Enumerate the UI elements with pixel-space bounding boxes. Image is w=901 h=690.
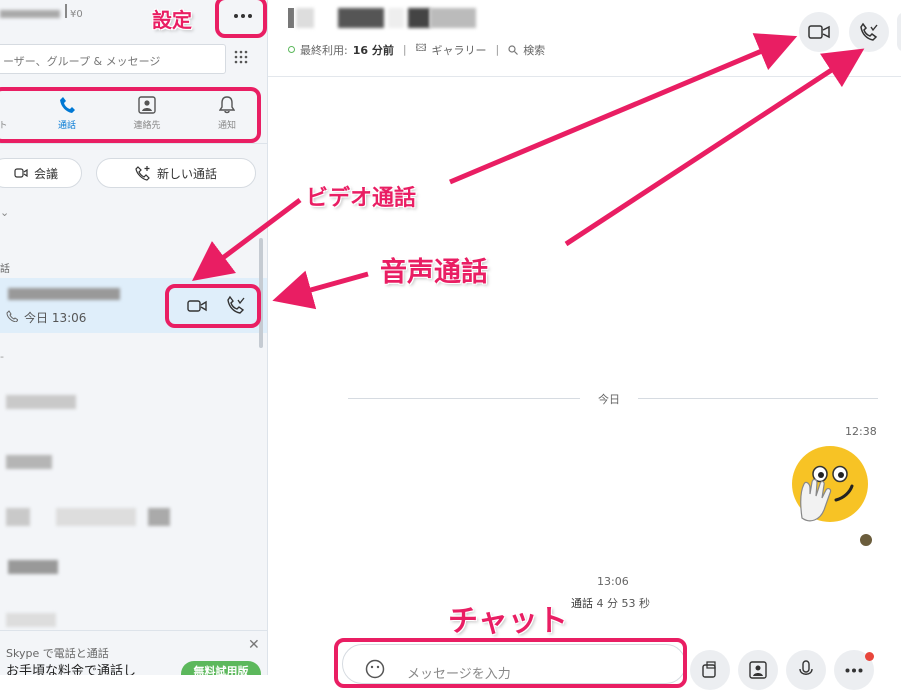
arrow-voice-header xyxy=(564,48,865,247)
settings-annotation: 設定 xyxy=(152,8,192,32)
arrow-video-header xyxy=(449,33,798,185)
arrow-video-sidebar xyxy=(192,198,302,281)
arrow-voice-sidebar xyxy=(272,270,369,310)
chat-annotation: チャット xyxy=(448,604,568,639)
video-call-annotation: ビデオ通話 xyxy=(306,186,417,211)
voice-call-annotation: 音声通話 xyxy=(380,257,488,288)
annotation-arrows xyxy=(192,33,865,310)
